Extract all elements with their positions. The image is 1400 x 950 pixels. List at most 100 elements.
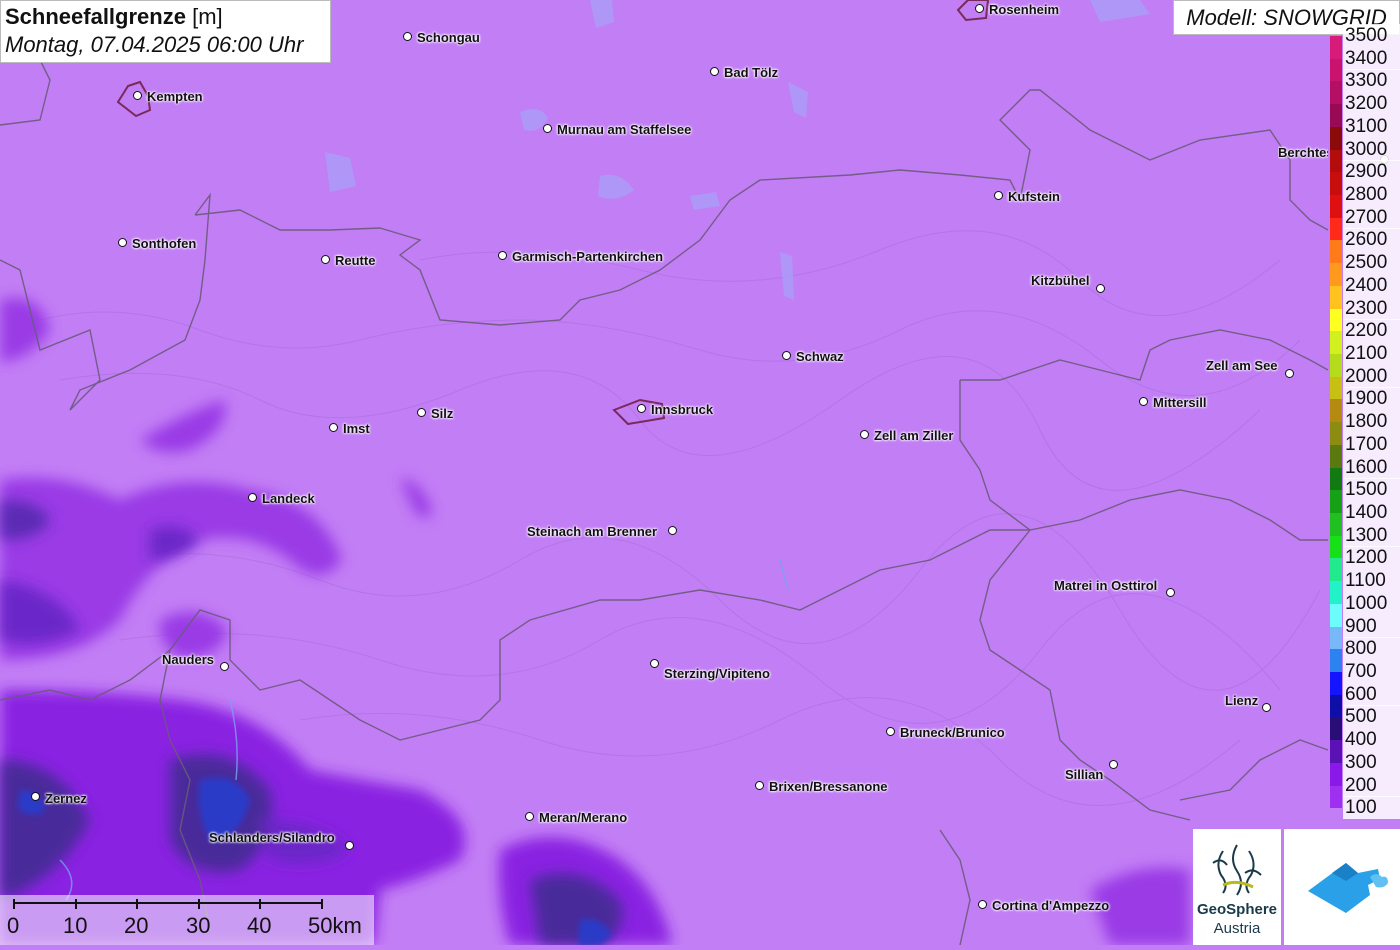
legend-row: 2400 (1328, 273, 1400, 309)
legend-label: 3500 (1343, 24, 1400, 47)
place-label: Kempten (147, 89, 203, 104)
color-legend: 3500 3400 3300 3200 3100 3000 2900 2800 2700 2600… (1328, 24, 1400, 831)
place-label: Innsbruck (651, 402, 714, 417)
legend-label: 3200 (1343, 92, 1400, 116)
place-marker-icon[interactable] (1166, 588, 1175, 597)
title-panel: Schneefallgrenze [m] Montag, 07.04.2025 … (0, 0, 331, 63)
legend-label: 1500 (1343, 478, 1400, 502)
place-marker-icon[interactable] (329, 423, 338, 432)
legend-row: 2800 (1328, 183, 1400, 218)
place-label: Cortina d'Ampezzo (992, 898, 1110, 913)
place-marker-icon[interactable] (886, 727, 895, 736)
legend-row: 600 (1328, 682, 1400, 718)
place-marker-icon[interactable] (417, 408, 426, 417)
place-marker-icon[interactable] (1262, 703, 1271, 712)
place-label: Steinach am Brenner (527, 524, 658, 539)
legend-row: 1100 (1328, 569, 1400, 604)
legend-label: 2500 (1343, 251, 1400, 275)
legend-row: 2300 (1328, 296, 1400, 332)
map-title: Schneefallgrenze [m] (5, 3, 326, 31)
place-marker-icon[interactable] (248, 493, 257, 502)
geosphere-name: GeoSphere (1196, 901, 1278, 918)
legend-label: 900 (1343, 614, 1400, 638)
place-label: Sillian (1065, 767, 1104, 782)
scale-bar: 0 10 20 30 40 50km (0, 895, 374, 945)
place-marker-icon[interactable] (978, 900, 987, 909)
legend-row: 2100 (1328, 342, 1400, 377)
legend-row: 700 (1328, 660, 1400, 695)
place-marker-icon[interactable] (860, 430, 869, 439)
legend-row: 2200 (1328, 319, 1400, 354)
place-marker-icon[interactable] (543, 124, 552, 133)
legend-label: 2300 (1343, 296, 1400, 320)
legend-label: 2100 (1343, 342, 1400, 365)
legend-label: 2600 (1343, 228, 1400, 252)
place-marker-icon[interactable] (650, 659, 659, 668)
place-label: Zell am Ziller (874, 428, 954, 443)
legend-row: 2700 (1328, 205, 1400, 241)
legend-row: 200 (1328, 773, 1400, 809)
app-logo[interactable] (1284, 829, 1400, 945)
legend-label: 700 (1343, 660, 1400, 683)
place-label: Zell am See (1206, 358, 1278, 373)
scale-label: 30 (186, 913, 211, 938)
place-label: Landeck (262, 491, 315, 506)
legend-label: 2900 (1343, 160, 1400, 184)
place-marker-icon[interactable] (31, 792, 40, 801)
legend-row: 2600 (1328, 228, 1400, 264)
place-marker-icon[interactable] (498, 251, 507, 260)
legend-row: 300 (1328, 750, 1400, 786)
place-label: Meran/Merano (539, 810, 628, 825)
legend-row: 500 (1328, 705, 1400, 741)
legend-row: 1300 (1328, 523, 1400, 559)
place-marker-icon[interactable] (321, 255, 330, 264)
place-marker-icon[interactable] (975, 4, 984, 13)
legend-label: 1600 (1343, 455, 1400, 479)
place-marker-icon[interactable] (755, 781, 764, 790)
place-marker-icon[interactable] (525, 812, 534, 821)
legend-label: 1100 (1343, 569, 1400, 593)
place-marker-icon[interactable] (710, 67, 719, 76)
place-marker-icon[interactable] (403, 32, 412, 41)
place-label: Nauders (162, 652, 215, 667)
legend-row: 900 (1328, 614, 1400, 650)
legend-label: 1700 (1343, 432, 1400, 456)
place-marker-icon[interactable] (133, 91, 142, 100)
place-label: Kufstein (1008, 189, 1060, 204)
map-datetime: Montag, 07.04.2025 06:00 Uhr (5, 32, 304, 57)
place-marker-icon[interactable] (668, 526, 677, 535)
place-marker-icon[interactable] (345, 841, 354, 850)
place-label: Berchtesgaden (1278, 145, 1328, 160)
legend-swatch (1330, 808, 1342, 831)
place-marker-icon[interactable] (782, 351, 791, 360)
scale-label: 0 (7, 913, 20, 938)
legend-label: 2800 (1343, 183, 1400, 206)
legend-row: 3300 (1328, 69, 1400, 105)
legend-row: 2500 (1328, 251, 1400, 286)
legend-label: 2000 (1343, 364, 1400, 388)
legend-label: 3300 (1343, 69, 1400, 93)
place-marker-icon[interactable] (1096, 284, 1105, 293)
place-label: Sonthofen (132, 236, 197, 251)
place-marker-icon[interactable] (1139, 397, 1148, 406)
legend-row: 1200 (1328, 546, 1400, 582)
legend-label: 1400 (1343, 501, 1400, 524)
place-marker-icon[interactable] (994, 191, 1003, 200)
legend-label: 500 (1343, 705, 1400, 729)
geosphere-logo[interactable]: GeoSphere Austria (1193, 829, 1281, 945)
place-marker-icon[interactable] (1285, 369, 1294, 378)
place-marker-icon[interactable] (220, 662, 229, 671)
place-marker-icon[interactable] (1109, 760, 1118, 769)
legend-row: 1400 (1328, 501, 1400, 536)
place-label: Brixen/Bressanone (769, 779, 888, 794)
legend-label: 1800 (1343, 410, 1400, 434)
terrain-map[interactable] (0, 0, 1400, 945)
map-title-unit: [m] (192, 4, 223, 29)
place-marker-icon[interactable] (118, 238, 127, 247)
place-marker-icon[interactable] (637, 404, 646, 413)
legend-row: 1600 (1328, 455, 1400, 491)
place-label: Matrei in Osttirol (1054, 578, 1158, 593)
place-label: Sterzing/Vipiteno (664, 666, 770, 681)
snow-cloud-icon (1308, 863, 1388, 913)
legend-row: 1000 (1328, 591, 1400, 627)
